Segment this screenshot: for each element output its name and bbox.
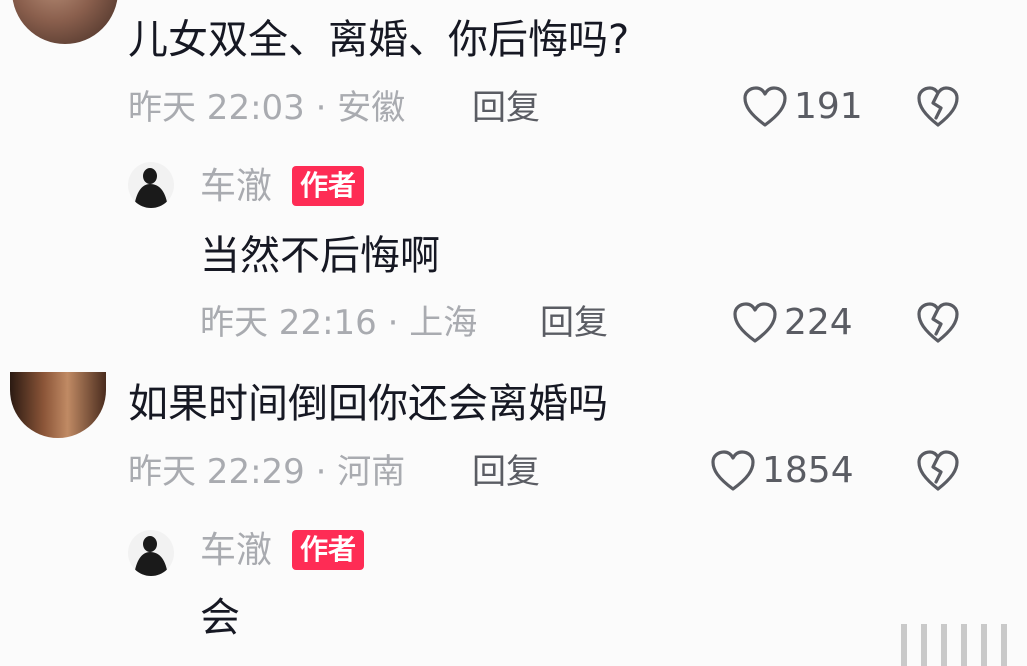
like-count: 224 xyxy=(784,302,853,343)
reply-item: 车澈 作者 当然不后悔啊 昨天 22:16 · 上海 回复 224 xyxy=(0,150,1027,350)
like-button[interactable]: 224 xyxy=(732,302,853,344)
author-badge: 作者 xyxy=(292,166,365,206)
comment-item: 如果时间倒回你还会离婚吗 昨天 22:29 · 河南 回复 1854 xyxy=(0,350,1027,520)
reply-item: 车澈 作者 会 xyxy=(0,520,1027,666)
reply-button[interactable]: 回复 xyxy=(540,303,608,343)
reply-meta: 昨天 22:16 · 上海 xyxy=(200,303,478,343)
user-silhouette-icon xyxy=(134,168,168,208)
author-avatar[interactable] xyxy=(128,530,174,576)
like-button[interactable]: 1854 xyxy=(710,450,854,492)
comment-meta: 昨天 22:29 · 河南 xyxy=(128,452,406,492)
broken-heart-icon[interactable] xyxy=(916,302,960,344)
like-button[interactable]: 191 xyxy=(742,86,863,128)
reply-button[interactable]: 回复 xyxy=(472,88,540,128)
commenter-avatar[interactable] xyxy=(10,372,106,438)
heart-outline-icon xyxy=(743,86,787,127)
commenter-avatar[interactable] xyxy=(12,0,118,44)
author-name[interactable]: 车澈 xyxy=(200,530,272,572)
reply-text: 会 xyxy=(200,595,240,641)
broken-heart-icon[interactable] xyxy=(916,86,960,128)
user-silhouette-icon xyxy=(134,536,168,576)
reply-button[interactable]: 回复 xyxy=(472,452,540,492)
author-badge: 作者 xyxy=(292,530,365,570)
heart-outline-icon xyxy=(711,450,755,491)
comment-meta: 昨天 22:03 · 安徽 xyxy=(128,88,406,128)
heart-outline-icon xyxy=(733,302,777,343)
reply-text: 当然不后悔啊 xyxy=(200,233,440,279)
comment-item: 儿女双全、离婚、你后悔吗? 昨天 22:03 · 安徽 回复 191 xyxy=(0,0,1027,150)
like-count: 1854 xyxy=(762,450,854,491)
broken-heart-icon[interactable] xyxy=(916,450,960,492)
like-count: 191 xyxy=(794,86,863,127)
comment-text: 儿女双全、离婚、你后悔吗? xyxy=(128,17,630,63)
comment-text: 如果时间倒回你还会离婚吗 xyxy=(128,381,608,427)
author-avatar[interactable] xyxy=(128,162,174,208)
author-name[interactable]: 车澈 xyxy=(200,166,272,208)
watermark-stripes xyxy=(901,624,1007,666)
